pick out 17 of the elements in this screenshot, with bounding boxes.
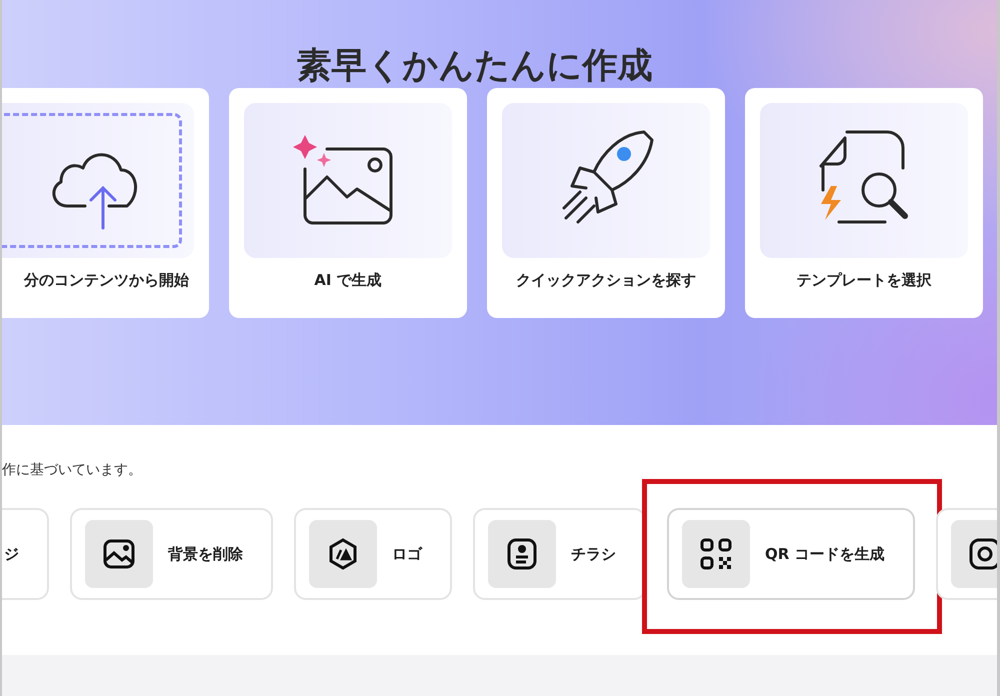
section-title: 素早くかんたんに作成 [296,45,654,88]
quick-action-button[interactable]: ジ [2,508,49,600]
quick-action-button[interactable]: ロゴ [294,508,452,600]
qr-code-icon [699,537,733,571]
card-label: 分のコンテンツから開始 [24,271,189,290]
quick-action-button[interactable]: 背景を削除 [70,508,273,600]
card-label: クイックアクションを探す [516,271,696,290]
card-label: テンプレートを選択 [796,271,932,290]
card-label: AI で生成 [314,271,382,290]
quick-action-button[interactable]: QR コードを生成 [667,508,915,600]
option-card[interactable]: クイックアクションを探す [487,88,725,318]
image-icon [102,538,136,570]
option-card[interactable]: AI で生成 [229,88,467,318]
option-card[interactable]: 分のコンテンツから開始 [2,88,209,318]
flyer-icon [506,537,538,571]
option-card[interactable]: テンプレートを選択 [745,88,983,318]
section-subtitle: 作に基づいています。 [2,461,143,480]
